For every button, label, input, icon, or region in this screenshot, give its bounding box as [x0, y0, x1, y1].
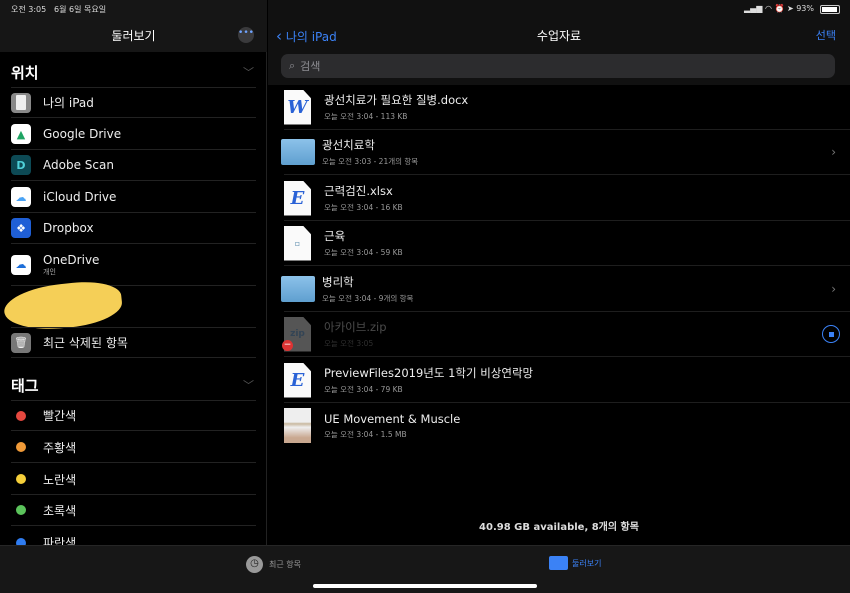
more-icon[interactable]: •••: [238, 27, 254, 43]
trash-icon: 🗑: [11, 332, 31, 353]
chevron-right-icon: ›: [831, 282, 836, 296]
excel-file-icon: E: [284, 180, 311, 216]
tag-yellow[interactable]: 노란색: [11, 464, 256, 495]
file-row[interactable]: W 광선치료가 필요한 질병.docx 오늘 오전 3:04 - 113 KB: [284, 85, 850, 130]
sidebar-item-adobe-scan[interactable]: D Adobe Scan: [11, 150, 256, 181]
folder-row[interactable]: 병리학 오늘 오전 3:04 - 9개의 항목 ›: [281, 267, 850, 312]
tag-red[interactable]: 빨간색: [11, 400, 256, 431]
folder-icon: [549, 556, 568, 570]
dropbox-icon: ❖: [11, 218, 31, 238]
status-time: 오전 3:05: [11, 5, 47, 14]
image-thumbnail: [284, 408, 311, 443]
tag-orange[interactable]: 주황색: [11, 432, 256, 463]
sidebar: 오전 3:05 6월 6일 목요일 둘러보기 ••• 위치 ﹀ 나의 iPad …: [0, 0, 267, 550]
sidebar-item-recently-deleted[interactable]: 🗑 최근 삭제된 항목: [11, 327, 256, 358]
main-pane: ▂▄▆ ◠ ⏰ ➤ 93% ‹ 나의 iPad 수업자료 선택 ⌕ 검색 W 광선치…: [268, 0, 850, 545]
locations-heading: 위치: [11, 64, 39, 82]
tag-green[interactable]: 초록색: [11, 495, 256, 526]
document-file-icon: ▫: [284, 225, 311, 261]
ipad-icon: [11, 92, 31, 113]
icloud-icon: ☁: [11, 187, 31, 207]
tab-recents[interactable]: ◷ 최근 항목: [246, 556, 301, 573]
word-file-icon: W: [284, 89, 311, 125]
clock-icon: ◷: [246, 556, 263, 573]
excel-file-icon: E: [284, 362, 311, 398]
error-badge-icon: −: [282, 340, 293, 351]
download-progress-icon[interactable]: [822, 325, 840, 343]
page-title: 수업자료: [536, 29, 582, 43]
status-date: 6월 6일 목요일: [54, 5, 107, 14]
storage-footer: 40.98 GB available, 8개의 항목: [479, 522, 639, 533]
folder-icon: [281, 276, 315, 302]
status-icons: ▂▄▆ ◠ ⏰ ➤ 93%: [743, 4, 814, 13]
battery-icon: [820, 5, 840, 14]
file-row[interactable]: UE Movement & Muscle 오늘 오전 3:04 - 1.5 MB: [284, 403, 850, 448]
green-dot-icon: [16, 505, 26, 515]
sidebar-item-icloud-drive[interactable]: ☁ iCloud Drive: [11, 182, 256, 213]
file-row[interactable]: ▫ 근육 오늘 오전 3:04 - 59 KB: [284, 221, 850, 266]
folder-icon: [281, 139, 315, 165]
folder-row[interactable]: 광선치료학 오늘 오전 3:03 - 21개의 항목 ›: [281, 130, 850, 175]
yellow-dot-icon: [16, 474, 26, 484]
search-icon: ⌕: [289, 59, 296, 72]
google-drive-icon: ▲: [11, 124, 31, 144]
sidebar-title: 둘러보기: [111, 29, 156, 43]
red-dot-icon: [16, 410, 26, 421]
chevron-down-icon[interactable]: ﹀: [243, 377, 254, 393]
sidebar-item-onedrive[interactable]: ☁ OneDrive 개인: [11, 244, 256, 286]
select-button[interactable]: 선택: [816, 27, 836, 43]
orange-dot-icon: [16, 442, 26, 452]
chevron-down-icon[interactable]: ﹀: [243, 64, 254, 80]
file-row[interactable]: E PreviewFiles2019년도 1학기 비상연락망 오늘 오전 3:04 …: [284, 358, 850, 403]
sidebar-item-google-drive[interactable]: ▲ Google Drive: [11, 119, 256, 150]
tags-heading: 태그: [11, 377, 39, 395]
sidebar-item-dropbox[interactable]: ❖ Dropbox: [11, 213, 256, 244]
home-indicator[interactable]: [313, 584, 537, 588]
chevron-right-icon: ›: [831, 145, 836, 159]
search-input[interactable]: ⌕ 검색: [281, 54, 835, 78]
tab-browse[interactable]: 둘러보기: [549, 556, 601, 570]
main-header: ▂▄▆ ◠ ⏰ ➤ 93% ‹ 나의 iPad 수업자료 선택 ⌕ 검색: [268, 0, 850, 85]
file-row-downloading[interactable]: zip − 아카이브.zip 오늘 오전 3:05: [282, 312, 850, 357]
adobe-scan-icon: D: [11, 155, 31, 175]
sidebar-header: 오전 3:05 6월 6일 목요일 둘러보기 •••: [0, 0, 267, 52]
file-row[interactable]: E 근력검진.xlsx 오늘 오전 3:04 - 16 KB: [284, 176, 850, 221]
onedrive-icon: ☁: [11, 254, 31, 275]
sidebar-item-my-ipad[interactable]: 나의 iPad: [11, 87, 256, 118]
redaction-mark: [2, 277, 124, 335]
tab-bar: ◷ 최근 항목 둘러보기: [0, 545, 850, 593]
